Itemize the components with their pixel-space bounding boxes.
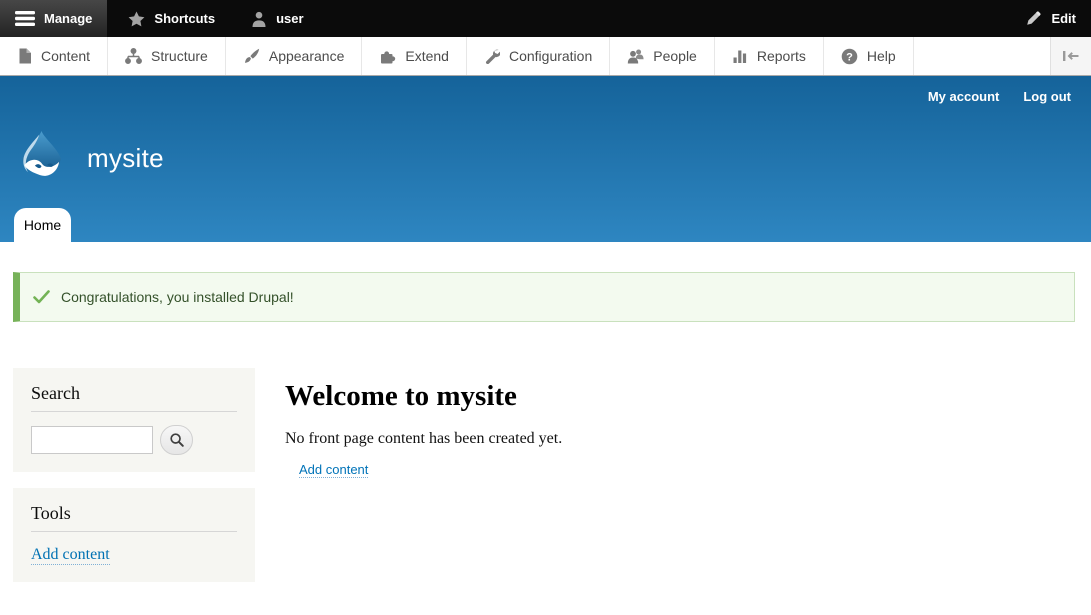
toolbar-item-label: Configuration [509,48,592,64]
toolbar-spacer [914,37,1050,75]
admin-bar-item-user[interactable]: user [236,0,318,37]
pencil-icon [1025,10,1042,27]
sidebar-add-content-link[interactable]: Add content [31,546,110,565]
collapse-left-icon [1062,49,1080,63]
tab-home[interactable]: Home [14,208,71,242]
add-content-link[interactable]: Add content [299,462,368,478]
puzzle-icon [379,48,396,64]
search-icon [169,432,185,448]
toolbar-item-label: People [653,48,697,64]
main-content-region: Congratulations, you installed Drupal! S… [0,242,1091,598]
toolbar-item-label: Extend [405,48,449,64]
tools-block: Tools Add content [13,488,255,582]
toolbar-item-people[interactable]: People [610,37,715,75]
toolbar-item-label: Appearance [269,48,345,64]
wrench-icon [484,48,500,64]
drupal-logo[interactable] [13,130,70,187]
admin-bar-item-label: Manage [44,11,92,26]
status-message: Congratulations, you installed Drupal! [13,272,1075,322]
site-name[interactable]: mysite [87,143,164,174]
admin-bar-spacer [319,0,1011,37]
toolbar-item-label: Content [41,48,90,64]
sitemap-icon [125,48,142,64]
content-row: Search Tools Add content Welcome to mysi… [13,368,1075,598]
admin-toolbar-tray: Content Structure Appearance Extend Conf… [0,37,1091,76]
site-header: My account Log out mysite Home [0,76,1091,242]
people-icon [627,48,644,64]
admin-bar-item-label: Shortcuts [154,11,215,26]
tools-block-title: Tools [31,503,237,532]
secondary-menu: My account Log out [928,89,1071,104]
bar-chart-icon [732,48,748,64]
admin-bar-item-label: user [276,11,303,26]
search-button[interactable] [160,425,193,455]
sidebar-first: Search Tools Add content [13,368,255,598]
toolbar-item-label: Structure [151,48,208,64]
toolbar-item-content[interactable]: Content [0,37,108,75]
checkmark-icon [33,290,50,304]
page-content: Welcome to mysite No front page content … [285,368,562,598]
page-title: Welcome to mysite [285,380,562,413]
paintbrush-icon [243,48,260,65]
admin-toolbar: Manage Shortcuts user Edit [0,0,1091,37]
admin-bar-item-shortcuts[interactable]: Shortcuts [113,0,230,37]
person-icon [251,11,267,27]
edit-button-label: Edit [1051,11,1076,26]
edit-button[interactable]: Edit [1010,0,1091,37]
site-branding: mysite [13,130,164,187]
toolbar-item-label: Reports [757,48,806,64]
star-icon [128,11,145,27]
search-block: Search [13,368,255,472]
toolbar-collapse-button[interactable] [1050,37,1091,75]
toolbar-item-extend[interactable]: Extend [362,37,467,75]
toolbar-item-appearance[interactable]: Appearance [226,37,363,75]
search-input[interactable] [31,426,153,454]
search-block-title: Search [31,383,237,412]
toolbar-item-structure[interactable]: Structure [108,37,226,75]
toolbar-item-label: Help [867,48,896,64]
document-icon [17,48,32,64]
hamburger-icon [15,11,35,26]
my-account-link[interactable]: My account [928,89,1000,104]
admin-bar-item-manage[interactable]: Manage [0,0,107,37]
log-out-link[interactable]: Log out [1023,89,1071,104]
svg-text:?: ? [846,51,853,63]
search-form [31,425,237,455]
toolbar-item-help[interactable]: ? Help [824,37,914,75]
toolbar-item-reports[interactable]: Reports [715,37,824,75]
empty-frontpage-text: No front page content has been created y… [285,430,562,448]
question-icon: ? [841,48,858,65]
status-message-text: Congratulations, you installed Drupal! [61,289,294,305]
toolbar-item-configuration[interactable]: Configuration [467,37,610,75]
